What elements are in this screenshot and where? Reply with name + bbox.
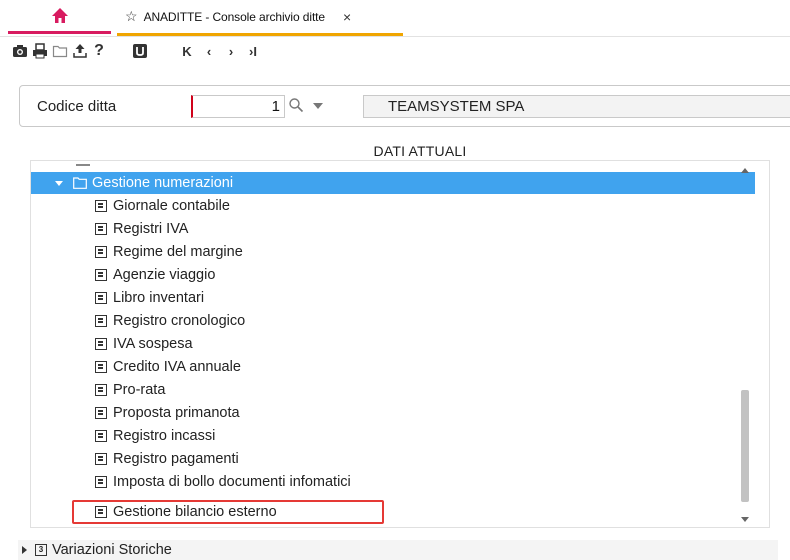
print-icon[interactable] (32, 42, 48, 60)
tree-item[interactable]: Pro-rata (95, 379, 165, 401)
tree-item-label: Regime del margine (113, 244, 243, 260)
document-icon (95, 269, 107, 281)
tree-scrollbar[interactable] (737, 164, 753, 528)
variazioni-storiche-row[interactable]: 3 Variazioni Storiche (18, 540, 778, 560)
tree-item-label: Registri IVA (113, 221, 189, 237)
tree-item-label: Pro-rata (113, 382, 166, 398)
tree-item-label: Registro pagamenti (113, 451, 239, 467)
tree-item-label: Agenzie viaggio (113, 267, 216, 283)
tree-item[interactable]: Registro cronologico (95, 310, 245, 332)
tree-item-label: Imposta di bollo documenti infomatici (113, 474, 351, 490)
scroll-up-icon[interactable] (741, 168, 749, 173)
document-icon (95, 384, 107, 396)
document-icon (95, 361, 107, 373)
tree-item-label: Registro cronologico (113, 313, 246, 329)
tab-title: ANADITTE - Console archivio ditte (143, 9, 326, 24)
tree-view: Gestione numerazioni Giornale contabile … (30, 160, 770, 528)
upload-icon[interactable] (72, 42, 88, 60)
toolbar: ? K ‹ › ›I (0, 38, 790, 64)
tree-item[interactable]: Registro pagamenti (95, 448, 239, 470)
tree-item-label: Giornale contabile (113, 198, 230, 214)
next-record-button[interactable]: › (220, 44, 242, 59)
company-name-field: TEAMSYSTEM SPA (363, 95, 790, 118)
utility-icon[interactable] (132, 42, 148, 60)
document-icon (95, 506, 107, 518)
tree-item-label: Libro inventari (113, 290, 205, 306)
codice-ditta-panel: Codice ditta TEAMSYSTEM SPA (19, 85, 790, 127)
camera-icon[interactable] (12, 42, 28, 60)
tree-item[interactable]: Registro incassi (95, 425, 215, 447)
tree-item[interactable]: Libro inventari (95, 287, 204, 309)
tree-item-label: Gestione bilancio esterno (113, 504, 277, 520)
help-icon[interactable]: ? (92, 42, 106, 60)
chevron-down-icon[interactable] (313, 103, 323, 109)
home-tab[interactable] (8, 0, 111, 34)
prev-record-button[interactable]: ‹ (198, 44, 220, 59)
scroll-down-icon[interactable] (741, 517, 749, 522)
tab-anaditte[interactable]: ☆ ANADITTE - Console archivio ditte × (117, 0, 403, 36)
variazioni-storiche-label: Variazioni Storiche (52, 542, 172, 558)
document-icon (95, 407, 107, 419)
last-record-button[interactable]: ›I (242, 44, 264, 59)
document-icon (95, 338, 107, 350)
calendar-icon: 3 (35, 544, 47, 556)
tree-item-gestione-bilancio-esterno[interactable]: Gestione bilancio esterno (95, 501, 277, 523)
caret-right-icon[interactable] (22, 546, 27, 554)
document-icon (95, 246, 107, 258)
first-record-button[interactable]: K (176, 44, 198, 59)
codice-ditta-input[interactable] (191, 95, 285, 118)
tree-item[interactable]: Agenzie viaggio (95, 264, 215, 286)
tree-item[interactable]: Giornale contabile (95, 195, 230, 217)
section-title: DATI ATTUALI (373, 143, 467, 159)
tree-item[interactable]: Credito IVA annuale (95, 356, 241, 378)
close-tab-icon[interactable]: × (343, 9, 351, 25)
tree-item-label: Credito IVA annuale (113, 359, 241, 375)
document-icon (95, 200, 107, 212)
search-icon[interactable] (288, 97, 304, 113)
tree-item-label: Registro incassi (113, 428, 216, 444)
scrollbar-thumb[interactable] (741, 390, 749, 502)
tree-separator (76, 164, 90, 166)
document-icon (95, 223, 107, 235)
codice-ditta-label: Codice ditta (37, 98, 117, 115)
favorite-star-icon[interactable]: ☆ (125, 8, 138, 25)
tree-item[interactable]: Registri IVA (95, 218, 188, 240)
document-icon (95, 292, 107, 304)
home-icon (51, 7, 68, 23)
tree-item[interactable]: IVA sospesa (95, 333, 193, 355)
document-icon (95, 315, 107, 327)
tree-item[interactable]: Proposta primanota (95, 402, 240, 424)
caret-down-icon[interactable] (55, 180, 63, 186)
tree-item[interactable]: Imposta di bollo documenti infomatici (95, 471, 351, 493)
document-icon (95, 476, 107, 488)
tree-item-label: Proposta primanota (113, 405, 240, 421)
document-icon (95, 453, 107, 465)
document-icon (95, 430, 107, 442)
tree-item[interactable]: Regime del margine (95, 241, 243, 263)
folder-icon (73, 177, 87, 189)
folder-icon[interactable] (52, 42, 68, 60)
tree-folder-label: Gestione numerazioni (92, 175, 234, 191)
tree-item-label: IVA sospesa (113, 336, 193, 352)
tree-folder-gestione-numerazioni[interactable]: Gestione numerazioni (31, 172, 755, 194)
tab-bar: ☆ ANADITTE - Console archivio ditte × (0, 0, 790, 37)
